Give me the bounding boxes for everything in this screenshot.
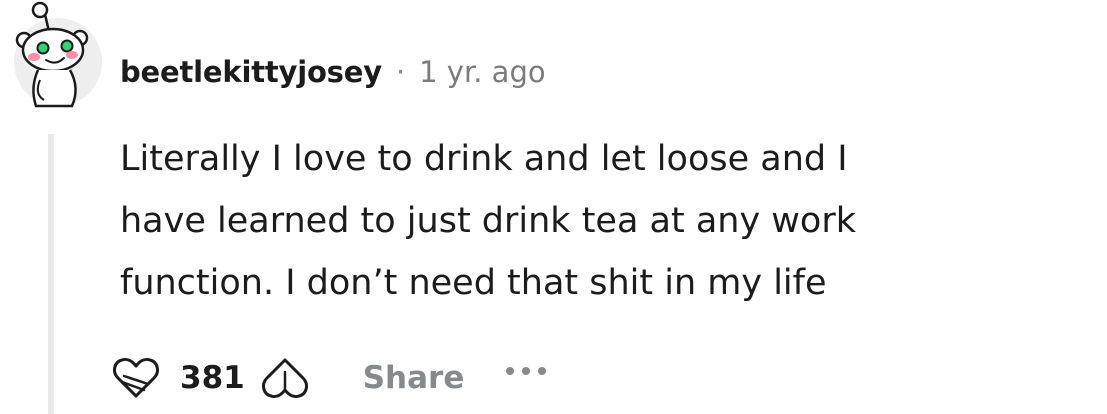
- share-button[interactable]: Share: [363, 360, 465, 396]
- more-dot: [522, 367, 531, 375]
- comment-card: beetlekittyjosey · 1 yr. ago Literally I…: [0, 0, 1107, 414]
- more-dot: [506, 367, 515, 375]
- meta-separator: ·: [395, 55, 406, 89]
- snoo-avatar-icon[interactable]: [10, 0, 106, 110]
- comment-body-line: function. I don’t need that shit in my l…: [120, 263, 827, 303]
- comment-timestamp[interactable]: 1 yr. ago: [419, 55, 545, 89]
- comment-actions: 381 Share: [110, 346, 547, 410]
- comment-author[interactable]: beetlekittyjosey: [120, 55, 382, 89]
- downvote-heart-icon[interactable]: [259, 352, 311, 404]
- more-options-icon[interactable]: [506, 351, 547, 405]
- comment-meta: beetlekittyjosey · 1 yr. ago: [120, 52, 546, 92]
- comment-body-line: Literally I love to drink and let loose …: [120, 139, 848, 179]
- comment-body-line: have learned to just drink tea at any wo…: [120, 201, 856, 241]
- upvote-heart-icon[interactable]: [110, 352, 162, 404]
- more-dot: [538, 367, 547, 375]
- comment-body: Literally I love to drink and let loose …: [120, 128, 1020, 314]
- thread-line[interactable]: [48, 134, 54, 414]
- vote-score: 381: [180, 360, 245, 396]
